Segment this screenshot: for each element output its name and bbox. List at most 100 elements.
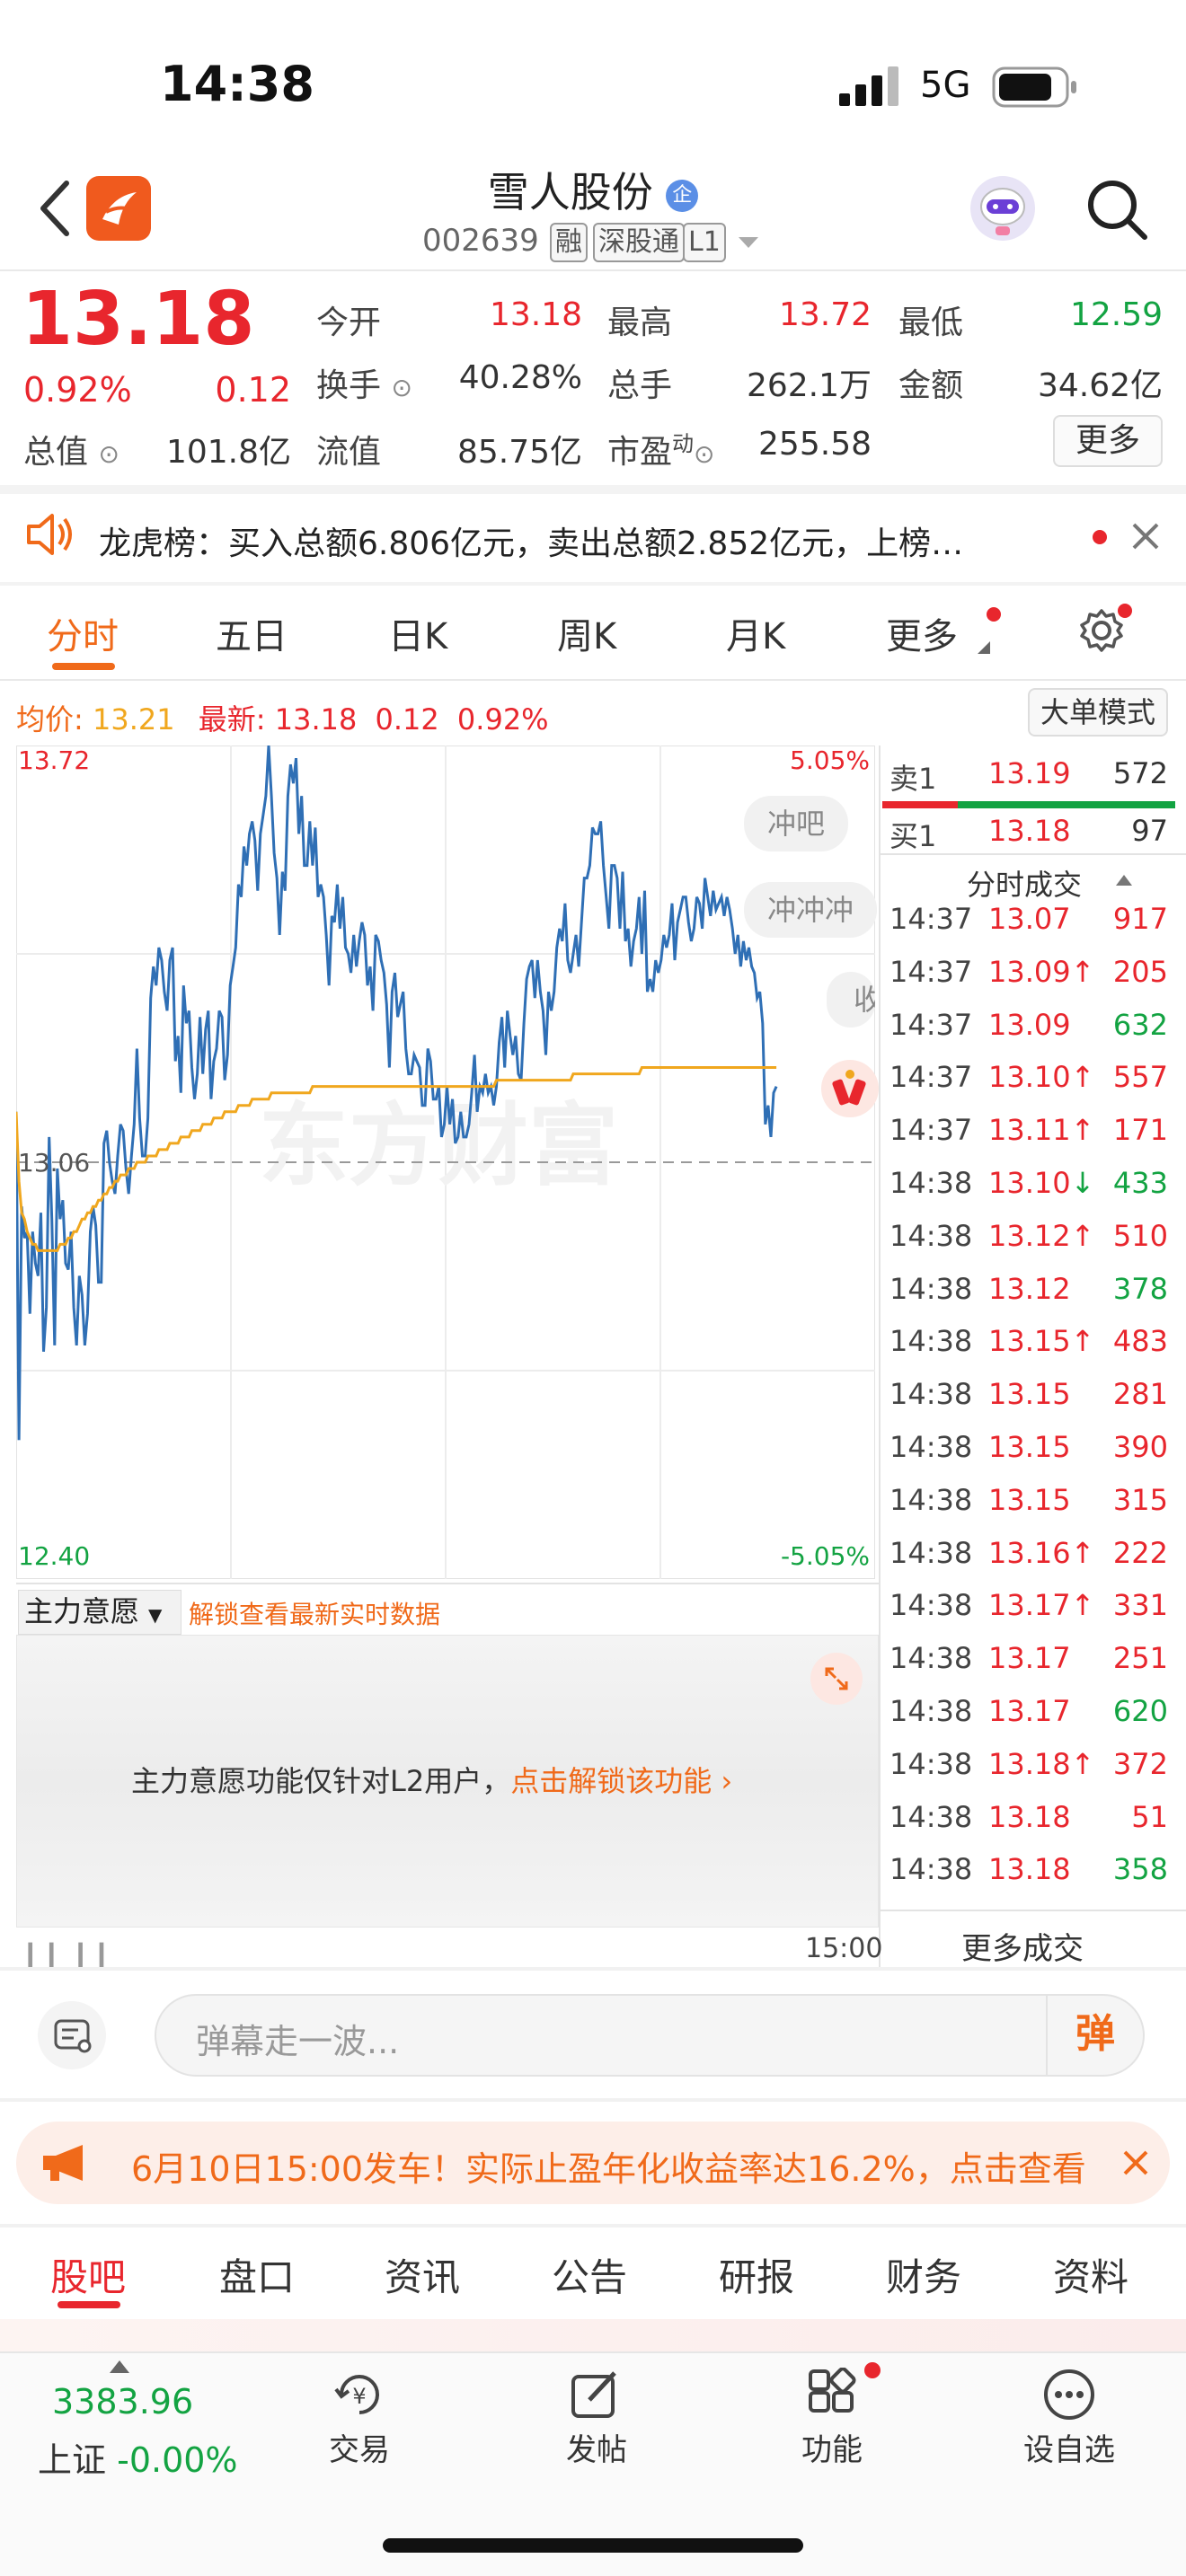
turnover-label: 换手 ⊙ <box>316 367 412 404</box>
tick-row: 14:37 13.09 632 <box>890 1008 1177 1060</box>
notice-text[interactable]: 龙虎榜：买入总额6.806亿元，卖出总额2.852亿元，上榜… <box>99 517 1042 564</box>
intraday-chart[interactable]: 东方财富 13.72 13.06 12.40 5.05% -5.05% <box>16 745 875 1579</box>
tick-time: 14:37 <box>890 1113 973 1148</box>
nav-watchlist[interactable]: 设自选 <box>997 2425 1141 2469</box>
expand-button[interactable] <box>810 1653 863 1705</box>
bullet-comment-2[interactable]: 冲冲冲 <box>744 882 878 938</box>
tick-row: 14:38 13.15 281 <box>890 1377 1177 1429</box>
danmaku-input-wrap[interactable]: 弹幕走一波... 弹 <box>155 1994 1145 2077</box>
tick-volume: 917 <box>1112 902 1168 936</box>
big-order-mode-button[interactable]: 大单模式 <box>1028 688 1168 737</box>
feed-peek <box>0 2319 1186 2351</box>
float-value: 85.75亿 <box>456 434 582 471</box>
tick-volume: 510 <box>1112 1218 1168 1253</box>
tab-weekly-k[interactable]: 周K <box>557 607 616 659</box>
tick-time: 14:38 <box>890 1535 973 1570</box>
more-button[interactable]: 更多 <box>1053 415 1163 467</box>
nav-trade[interactable]: 交易 <box>288 2425 431 2469</box>
index-line[interactable]: 上证 -0.00% <box>38 2432 238 2482</box>
unlock-realtime-link[interactable]: 解锁查看最新实时数据 <box>189 1595 440 1631</box>
tick-price: 13.17 <box>988 1694 1071 1728</box>
tick-row: 14:38 13.15↑ 483 <box>890 1324 1177 1376</box>
tab-guba[interactable]: 股吧 <box>50 2247 126 2302</box>
danmaku-input[interactable]: 弹幕走一波... <box>196 2014 399 2063</box>
tab-daily-k[interactable]: 日K <box>388 607 447 659</box>
orderbook-divider <box>879 745 881 1967</box>
mktcap-label: 总值 ⊙ <box>23 434 119 471</box>
robot-avatar[interactable] <box>970 176 1035 241</box>
tab-profile[interactable]: 资料 <box>1053 2247 1128 2302</box>
post-icon[interactable] <box>568 2368 622 2422</box>
promo-banner[interactable]: 6月10日15:00发车！实际止盈年化收益率达16.2%，点击查看 <box>16 2122 1170 2204</box>
search-icon[interactable] <box>1085 178 1148 241</box>
tick-time: 14:38 <box>890 1218 973 1253</box>
settings-dot <box>1118 604 1132 618</box>
tab-more[interactable]: 更多 <box>886 607 958 659</box>
info-icon[interactable]: ⊙ <box>694 439 714 469</box>
tab-five-day[interactable]: 五日 <box>216 607 288 659</box>
gift-badge[interactable] <box>821 1060 879 1117</box>
tick-time: 14:37 <box>890 954 973 989</box>
tick-volume: 171 <box>1112 1113 1168 1148</box>
tab-intraday[interactable]: 分时 <box>47 607 119 659</box>
send-danmaku-button[interactable]: 弹 <box>1046 1994 1143 2077</box>
low-value: 12.59 <box>1069 296 1163 333</box>
pct-max-label: 5.05% <box>790 745 870 775</box>
tick-price: 13.15 <box>988 1377 1071 1412</box>
sort-up-icon[interactable] <box>1116 875 1132 886</box>
func-dot <box>864 2362 881 2378</box>
tick-row: 14:38 13.12 378 <box>890 1272 1177 1324</box>
stock-code: 002639 <box>422 223 539 259</box>
tick-row: 14:38 13.12↑ 510 <box>890 1219 1177 1271</box>
more-trades-button[interactable]: 更多成交 <box>961 1924 1084 1968</box>
unlock-feature-link[interactable]: 点击解锁该功能 <box>510 1764 712 1798</box>
promo-text[interactable]: 6月10日15:00发车！实际止盈年化收益率达16.2%，点击查看 <box>131 2141 1111 2191</box>
tag-margin: 融 <box>550 223 588 262</box>
pct-min-label: -5.05% <box>781 1541 870 1571</box>
tick-row: 14:38 13.17↑ 331 <box>890 1588 1177 1640</box>
ticks-title[interactable]: 分时成交 <box>967 862 1082 904</box>
nav-post[interactable]: 发帖 <box>525 2425 668 2469</box>
tick-price: 13.12 <box>988 1271 1071 1306</box>
more-dots-icon[interactable] <box>1042 2368 1096 2422</box>
amount-label: 金额 <box>898 367 964 404</box>
tab-research[interactable]: 研报 <box>719 2247 794 2302</box>
index-value[interactable]: 3383.96 <box>52 2382 193 2422</box>
svg-text:¥: ¥ <box>352 2384 366 2409</box>
tick-row: 14:38 13.17 251 <box>890 1641 1177 1693</box>
bullet-comment-1[interactable]: 冲吧 <box>744 796 849 851</box>
tick-time: 14:37 <box>890 902 973 936</box>
tab-handicap[interactable]: 盘口 <box>219 2247 295 2302</box>
pause-marks: ❙❙ ❙❙ <box>20 1938 112 1968</box>
close-icon[interactable] <box>1130 521 1161 551</box>
tick-volume: 315 <box>1112 1482 1168 1517</box>
tick-time: 14:38 <box>890 1852 973 1887</box>
dropdown-icon[interactable] <box>737 235 760 250</box>
tick-time: 14:37 <box>890 1060 973 1095</box>
main-force-select[interactable]: 主力意愿 ▼ <box>18 1590 181 1635</box>
info-icon[interactable]: ⊙ <box>98 439 119 469</box>
apps-icon[interactable] <box>805 2368 859 2422</box>
danmaku-toggle[interactable] <box>38 2001 106 2069</box>
trade-icon[interactable]: ¥ <box>329 2368 392 2422</box>
tab-monthly-k[interactable]: 月K <box>726 607 785 659</box>
tab-finance[interactable]: 财务 <box>886 2247 961 2302</box>
chart-info-line: 均价: 13.21 最新: 13.18 0.12 0.92% <box>16 702 549 737</box>
tick-row: 14:38 13.18↑ 372 <box>890 1747 1177 1799</box>
info-icon[interactable]: ⊙ <box>391 373 412 402</box>
tick-row: 14:38 13.18 358 <box>890 1852 1177 1904</box>
tab-announcements[interactable]: 公告 <box>552 2247 627 2302</box>
pe-value: 255.58 <box>758 426 872 463</box>
chart-end-time: 15:00 <box>805 1933 883 1964</box>
tick-price: 13.18 <box>988 1852 1071 1887</box>
tab-news[interactable]: 资讯 <box>385 2247 460 2302</box>
signal-icon <box>839 66 898 106</box>
tick-time: 14:38 <box>890 1271 973 1306</box>
nav-func[interactable]: 功能 <box>760 2425 904 2469</box>
tab-indicator <box>52 663 115 670</box>
close-icon[interactable] <box>1121 2148 1150 2177</box>
firecracker-icon <box>832 1070 866 1106</box>
bullet-comment-3[interactable]: 收 <box>827 972 875 1028</box>
index-up-icon <box>110 2360 129 2373</box>
y-min-label: 12.40 <box>18 1541 90 1571</box>
